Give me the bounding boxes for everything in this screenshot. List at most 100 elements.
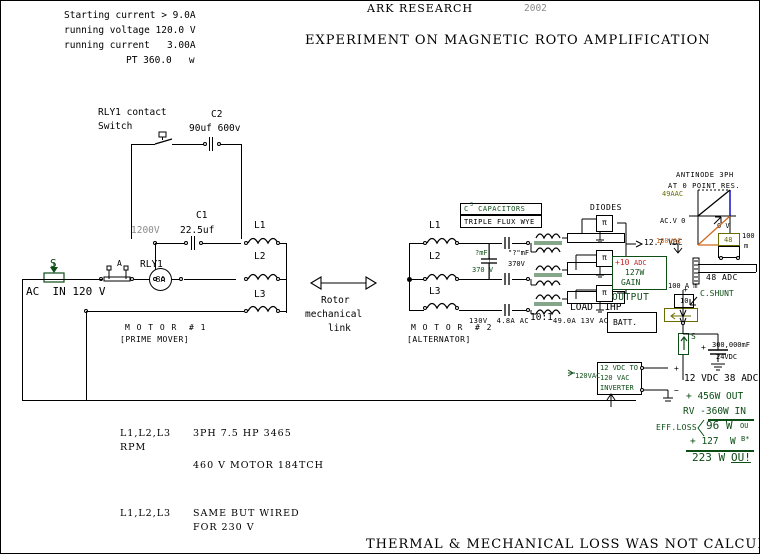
gain-output-box: +10 ADC 127W GAIN: [612, 256, 667, 290]
storage-switch-box[interactable]: [678, 333, 689, 355]
eff-loss-unit: OU: [740, 422, 749, 430]
rly1-node-right: [179, 277, 183, 281]
storage-cap-value: 300,000mF: [712, 341, 750, 349]
c3-cap2-value: "?"mF: [508, 249, 530, 257]
output-label: OUTPUT: [612, 292, 650, 303]
xfmr-output-rating: 49.0A 13V AC: [553, 317, 609, 325]
rly1-node-left2: [161, 277, 165, 281]
note1-rating: 3PH 7.5 HP 3465: [193, 428, 292, 439]
load-winding-0: [567, 233, 625, 243]
graph-y-bot: 130VAC: [656, 237, 682, 245]
c1-cap-node-b: [199, 241, 203, 245]
diode-bridge-1: π: [596, 215, 613, 232]
graph-title-1: ANTINODE 3PH: [676, 171, 734, 179]
supply-switch-label: S: [50, 257, 57, 270]
motor1-role: [PRIME MOVER]: [120, 335, 190, 344]
eff-battery-sup: B*: [741, 435, 750, 443]
motor1-name: M O T O R # 1: [125, 323, 207, 332]
motor1-l2-label: L2: [254, 251, 266, 262]
shunt-resistor-box: [664, 308, 698, 322]
eff-output: + 456W OUT: [686, 391, 744, 402]
eff-battery: + 127 W: [690, 436, 736, 447]
c3-flux-box: TRIPLE FLUX WYE: [460, 215, 542, 228]
relay-switch-label: Switch: [98, 121, 133, 132]
graph-marker-label: 0 V: [717, 222, 730, 230]
storage-node: [681, 321, 685, 325]
xfmr-in-node-1: [526, 241, 530, 245]
c2-node-right: [217, 142, 221, 146]
footer-note: THERMAL & MECHANICAL LOSS WAS NOT CALCUL…: [366, 537, 760, 552]
xfmr-in-node-2: [526, 277, 530, 281]
bm-node-b: [736, 256, 740, 260]
link-line2: mechanical: [305, 309, 363, 320]
battery-meter-unit-b: m: [744, 242, 749, 250]
motor1-l1-label: L1: [254, 220, 266, 231]
c3-capacitors-box: C CAPACITORS 3: [460, 202, 542, 215]
eff-input: RV -360W IN: [683, 406, 746, 417]
c2-value: 90uf 600v: [189, 123, 241, 134]
m1-l1-node-a: [244, 241, 248, 245]
motor2-l1-label: L1: [429, 220, 441, 231]
storage-cap-voltage: 24VDC: [716, 353, 738, 361]
eff-total: 223 W: [692, 451, 726, 464]
diode-bridge-3: π: [596, 285, 613, 302]
motor2-l2-label: L2: [429, 251, 441, 262]
motor2-l3-label: L3: [429, 286, 441, 297]
c2-name: C2: [211, 109, 223, 120]
spec-power-total: PT 360.0 w: [126, 55, 195, 66]
note1-coils: L1,L2,L3: [120, 428, 172, 439]
diagram-title: EXPERIMENT ON MAGNETIC ROTO AMPLIFICATIO…: [305, 33, 711, 48]
graph-y-mid: AC.V 0: [660, 217, 686, 225]
m1-l3-node-a: [244, 309, 248, 313]
note2-wired: SAME BUT WIRED: [193, 508, 300, 519]
company-name: ARK RESEARCH: [367, 2, 474, 15]
inverter-node-pos: [640, 366, 644, 370]
bus-plus-sign: +: [683, 285, 688, 294]
note2-coils: L1,L2,L3: [120, 508, 172, 519]
link-line1: Rotor: [321, 295, 350, 306]
ammeter-label: A: [117, 259, 122, 268]
xfmr-ratio: 10:1: [530, 312, 553, 323]
inverter-ac-out: 120VAC: [575, 372, 601, 380]
note2-voltage: FOR 230 V: [193, 522, 255, 533]
c3-cap1-value: ?mF: [475, 249, 488, 257]
storage-switch-label: S: [691, 332, 696, 341]
motor2-role: [ALTERNATOR]: [407, 335, 471, 344]
ac-supply-label: AC IN 120 V: [26, 285, 106, 298]
xfmr-input-rating: 130V 4.8A AC: [469, 317, 529, 325]
spec-running-current: running current 3.00A: [64, 40, 196, 51]
battery-meter-box: 48: [718, 233, 740, 246]
battery-meter-unit-a: 100 A: [742, 232, 760, 240]
c1-cap-node-a: [184, 241, 188, 245]
storage-cap-plus: +: [701, 343, 706, 352]
link-line3: link: [328, 323, 351, 334]
relay-contact-label: RLY1 contact: [98, 107, 167, 118]
diodes-label: DIODES: [590, 203, 622, 212]
storage-minus: −: [674, 386, 679, 395]
spec-running-voltage: running voltage 120.0 V: [64, 25, 196, 36]
storage-plus-2: +: [674, 364, 679, 373]
year-label: 2002: [524, 3, 547, 14]
m1-l2-node-a: [244, 277, 248, 281]
note1-rpm: RPM: [120, 442, 147, 453]
eff-loss-label: EFF.LOSS: [656, 423, 697, 432]
spec-starting-current: Starting current > 9.0A: [64, 10, 196, 21]
c2-node-left: [203, 142, 207, 146]
eff-loss-value: 96 W: [706, 419, 733, 432]
c1-voltage: 1200V: [131, 225, 160, 236]
motor1-l3-label: L3: [254, 289, 266, 300]
note1-motor: 460 V MOTOR 184TCH: [193, 460, 324, 471]
c3-cap2-voltage: 370V: [508, 260, 525, 268]
c1-name: C1: [196, 210, 208, 221]
graph-y-top: 49AAC: [662, 190, 684, 198]
shunt-label: C.SHUNT: [700, 289, 734, 298]
shunt-meter-box: 10: [674, 294, 694, 308]
bm-node-a: [719, 256, 723, 260]
storage-dc-reading: 12 VDC 38 ADC: [684, 373, 759, 384]
inverter-node-neg: [640, 388, 644, 392]
battery-box: BATT.: [607, 312, 657, 333]
c1-value: 22.5uf: [180, 225, 215, 236]
diode-bridge-2: π: [596, 250, 613, 267]
battery-meter-reading: 48 ADC: [706, 273, 738, 282]
schematic-page: ARK RESEARCH 2002 EXPERIMENT ON MAGNETIC…: [0, 0, 760, 554]
